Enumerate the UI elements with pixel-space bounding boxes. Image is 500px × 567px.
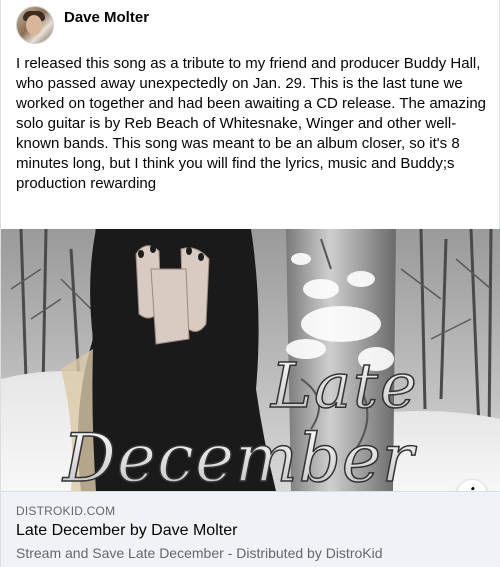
link-domain: DISTROKID.COM — [16, 504, 116, 518]
avatar[interactable] — [16, 6, 54, 44]
author-name[interactable]: Dave Molter — [64, 9, 149, 26]
link-title[interactable]: Late December by Dave Molter — [16, 522, 237, 540]
link-preview-image[interactable]: Late December — [1, 229, 500, 491]
post-text: I released this song as a tribute to my … — [16, 54, 494, 194]
post-header: Dave Molter — [16, 6, 149, 50]
overlay-title-late: Late — [270, 349, 419, 422]
link-preview[interactable]: DISTROKID.COM Late December by Dave Molt… — [1, 491, 500, 567]
post-card: Dave Molter I released this song as a tr… — [0, 0, 500, 567]
link-description: Stream and Save Late December - Distribu… — [16, 545, 383, 561]
post-body: I released this song as a tribute to my … — [16, 55, 487, 192]
overlay-title-december: December — [62, 420, 417, 491]
